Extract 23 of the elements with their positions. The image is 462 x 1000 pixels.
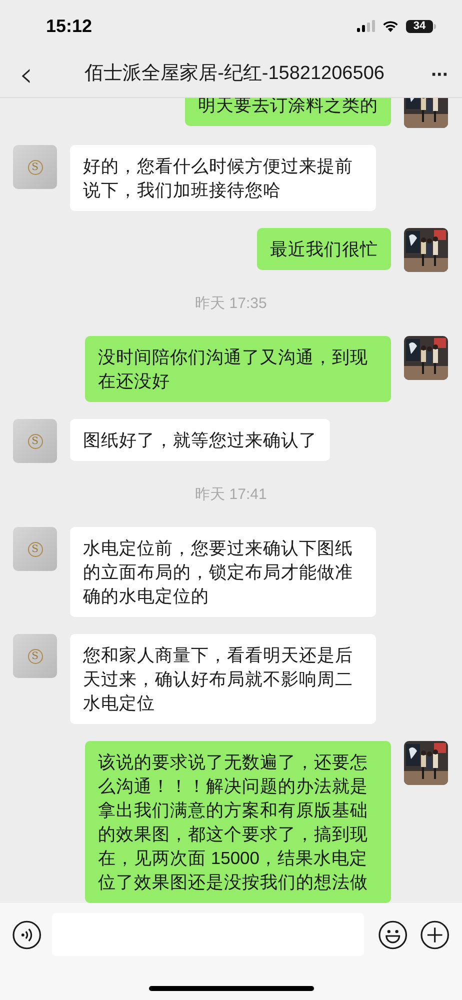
sent-message-bubble: 最近我们很忙 — [257, 228, 391, 270]
timestamp: 昨天 17:35 — [195, 294, 267, 314]
avatar-letter: S — [28, 648, 42, 664]
sent-message-bubble: 该说的要求说了无数遍了，还要怎么沟通！！！解决问题的办法就是拿出我们满意的方案和有原版基础的效果图，都这个要求了，搞到现在，见两次面 15000，结果水电定位了效果图还是没按我们的想法做 — [85, 741, 391, 903]
avatar-letter: S — [28, 160, 42, 174]
timestamp: 昨天 17:41 — [195, 485, 267, 505]
received-message-bubble: 图纸好了，就等您过来确认了 — [70, 419, 330, 461]
chat-title: 佰士派全屋家居-纪红-15821206506 — [84, 62, 386, 86]
clock: 15:12 — [46, 14, 92, 38]
back-button[interactable]: ‹ — [14, 58, 38, 92]
more-button[interactable]: ··· — [431, 64, 448, 84]
received-message-bubble: 水电定位前，您要过来确认下图纸的立面布局的，锁定布局才能做准确的水电定位的 — [70, 527, 376, 617]
received-message-bubble: 您和家人商量下，看看明天还是后天过来，确认好布局就不影响周二水电定位 — [70, 634, 376, 724]
sent-message-bubble: 没时间陪你们沟通了又沟通，到现在还没好 — [85, 336, 391, 402]
avatar-letter: S — [28, 434, 42, 448]
wifi-icon — [382, 20, 399, 32]
emoji-icon[interactable] — [378, 920, 408, 950]
plus-icon[interactable] — [420, 920, 450, 950]
received-message-bubble: 好的，您看什么时候方便过来提前说下，我们加班接待您哈 — [70, 145, 376, 211]
signal-icon — [357, 20, 375, 32]
voice-icon[interactable] — [12, 920, 42, 950]
battery-indicator: 34 — [406, 20, 433, 32]
avatar-letter: S — [28, 542, 42, 556]
